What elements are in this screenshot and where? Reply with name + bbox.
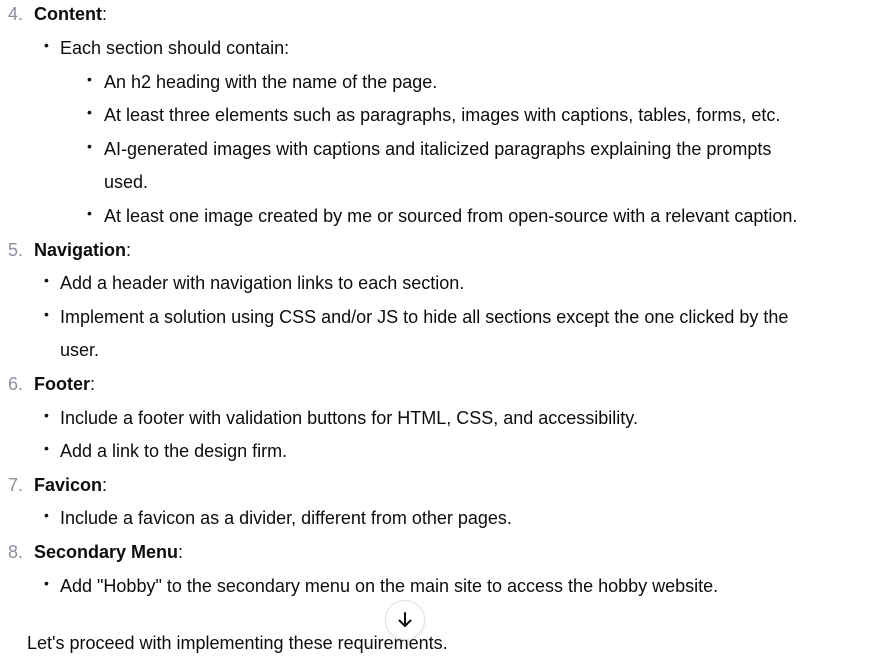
bullet-icon: • xyxy=(44,272,49,288)
bullet-text: Include a favicon as a divider, differen… xyxy=(60,508,512,528)
bullet-icon: • xyxy=(87,205,92,221)
bullet-text: Add a link to the design firm. xyxy=(60,441,288,461)
bullet-text: Add "Hobby" to the secondary menu on the… xyxy=(60,576,719,596)
bullet-text: Add a header with navigation links to ea… xyxy=(60,273,465,293)
list-number: 4. xyxy=(8,4,24,24)
bullet-icon: • xyxy=(87,138,92,154)
list-number: 5. xyxy=(8,240,24,260)
list-item-title: Navigation xyxy=(34,240,127,260)
bullet-icon: • xyxy=(87,71,92,87)
bullet-icon: • xyxy=(44,507,49,523)
scroll-to-bottom-button[interactable] xyxy=(385,600,425,640)
sub-bullet-continuation: used. xyxy=(104,172,149,192)
arrow-down-icon xyxy=(396,611,414,629)
bullet-text: Include a footer with validation buttons… xyxy=(60,408,638,428)
sub-bullet-text: An h2 heading with the name of the page. xyxy=(104,72,438,92)
bullet-continuation: user. xyxy=(60,340,100,360)
sub-bullet-text: AI-generated images with captions and it… xyxy=(104,139,772,159)
bullet-icon: • xyxy=(87,104,92,120)
sub-bullet-text: At least three elements such as paragrap… xyxy=(104,105,781,125)
closing-text: Let's proceed with implementing these re… xyxy=(27,633,448,653)
list-number: 8. xyxy=(8,542,24,562)
list-number: 7. xyxy=(8,475,24,495)
sub-bullet-text: At least one image created by me or sour… xyxy=(104,206,798,226)
bullet-text: Implement a solution using CSS and/or JS… xyxy=(60,307,789,327)
bullet-icon: • xyxy=(44,306,49,322)
list-item-title: Content xyxy=(34,4,102,24)
bullet-text: Each section should contain: xyxy=(60,38,290,58)
bullet-icon: • xyxy=(44,37,49,53)
list-number: 6. xyxy=(8,374,24,394)
bullet-icon: • xyxy=(44,575,49,591)
list-item-title: Secondary Menu xyxy=(34,542,179,562)
bullet-icon: • xyxy=(44,407,49,423)
bullet-icon: • xyxy=(44,440,49,456)
list-item-title: Footer xyxy=(34,374,90,394)
list-item-title: Favicon xyxy=(34,475,103,495)
